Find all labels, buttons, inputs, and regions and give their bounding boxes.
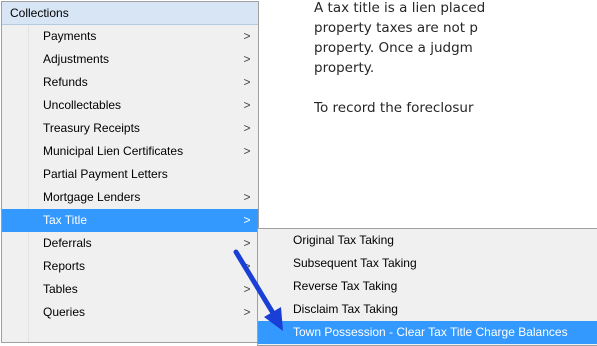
menu-item-adjustments[interactable]: Adjustments > <box>2 48 258 71</box>
chevron-right-icon: > <box>243 236 251 250</box>
chevron-right-icon: > <box>243 282 251 296</box>
submenu-item-town-possession[interactable]: Town Possession - Clear Tax Title Charge… <box>258 321 597 344</box>
chevron-right-icon: > <box>243 259 251 273</box>
menu-item-label: Municipal Lien Certificates <box>43 144 184 158</box>
menu-item-mortgage-lenders[interactable]: Mortgage Lenders > <box>2 186 258 209</box>
document-line: property taxes are not p <box>314 20 478 36</box>
menu-item-label: Queries <box>43 305 86 319</box>
collections-menu: Collections Payments > Adjustments > Ref… <box>1 1 259 343</box>
menu-item-label: Refunds <box>43 75 88 89</box>
menu-item-queries[interactable]: Queries > <box>2 301 258 324</box>
menu-item-municipal-lien-certificates[interactable]: Municipal Lien Certificates > <box>2 140 258 163</box>
chevron-right-icon: > <box>243 305 251 319</box>
menu-list: Payments > Adjustments > Refunds > Uncol… <box>2 25 258 324</box>
chevron-right-icon: > <box>243 213 251 227</box>
menu-item-label: Payments <box>43 29 97 43</box>
document-paragraph-1: A tax title is a lien placed property ta… <box>314 0 597 78</box>
tax-title-submenu: Original Tax Taking Subsequent Tax Takin… <box>257 228 597 346</box>
document-line: property. <box>314 60 375 76</box>
submenu-item-label: Subsequent Tax Taking <box>293 256 417 270</box>
menu-item-payments[interactable]: Payments > <box>2 25 258 48</box>
submenu-item-disclaim-tax-taking[interactable]: Disclaim Tax Taking <box>258 298 597 321</box>
submenu-list: Original Tax Taking Subsequent Tax Takin… <box>258 229 597 344</box>
chevron-right-icon: > <box>243 75 251 89</box>
menu-item-label: Tables <box>43 282 78 296</box>
document-line: A tax title is a lien placed <box>314 0 486 16</box>
menu-item-reports[interactable]: Reports > <box>2 255 258 278</box>
document-paragraph-2: To record the foreclosur <box>314 98 597 118</box>
submenu-item-label: Original Tax Taking <box>293 233 394 247</box>
submenu-item-original-tax-taking[interactable]: Original Tax Taking <box>258 229 597 252</box>
menu-item-label: Partial Payment Letters <box>43 167 168 181</box>
menu-header-collections[interactable]: Collections <box>2 2 258 25</box>
document-line: To record the foreclosur <box>314 100 474 116</box>
submenu-item-label: Reverse Tax Taking <box>293 279 398 293</box>
menu-item-label: Tax Title <box>43 213 88 227</box>
submenu-item-label: Disclaim Tax Taking <box>293 302 398 316</box>
menu-item-tables[interactable]: Tables > <box>2 278 258 301</box>
chevron-right-icon: > <box>243 144 251 158</box>
chevron-right-icon: > <box>243 121 251 135</box>
menu-item-treasury-receipts[interactable]: Treasury Receipts > <box>2 117 258 140</box>
menu-item-label: Adjustments <box>43 52 110 66</box>
menu-item-partial-payment-letters[interactable]: Partial Payment Letters <box>2 163 258 186</box>
menu-item-label: Mortgage Lenders <box>43 190 141 204</box>
chevron-right-icon: > <box>243 98 251 112</box>
menu-item-uncollectables[interactable]: Uncollectables > <box>2 94 258 117</box>
menu-item-label: Uncollectables <box>43 98 122 112</box>
menu-item-refunds[interactable]: Refunds > <box>2 71 258 94</box>
chevron-right-icon: > <box>243 29 251 43</box>
submenu-item-subsequent-tax-taking[interactable]: Subsequent Tax Taking <box>258 252 597 275</box>
menu-item-label: Deferrals <box>43 236 92 250</box>
menu-item-deferrals[interactable]: Deferrals > <box>2 232 258 255</box>
chevron-right-icon: > <box>243 190 251 204</box>
submenu-item-label: Town Possession - Clear Tax Title Charge… <box>293 325 568 339</box>
menu-item-tax-title[interactable]: Tax Title > <box>2 209 258 232</box>
menu-item-label: Reports <box>43 259 86 273</box>
document-text: A tax title is a lien placed property ta… <box>314 0 597 210</box>
submenu-item-reverse-tax-taking[interactable]: Reverse Tax Taking <box>258 275 597 298</box>
menu-item-label: Treasury Receipts <box>43 121 140 135</box>
chevron-right-icon: > <box>243 52 251 66</box>
document-line: property. Once a judgm <box>314 40 473 56</box>
